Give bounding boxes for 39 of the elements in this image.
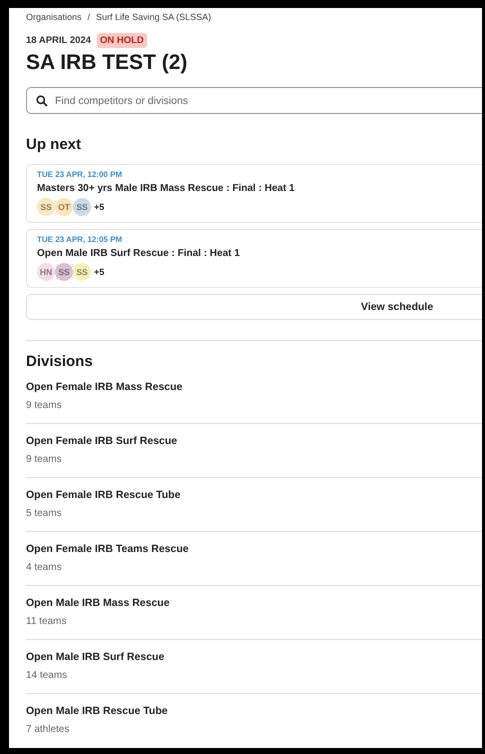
division-count: 9 teams xyxy=(26,454,63,465)
division-name[interactable]: Open Male IRB Mass Rescue xyxy=(26,597,482,609)
section-heading: Divisions xyxy=(26,353,94,370)
breadcrumb-separator: / xyxy=(88,12,90,22)
division-count: 4 teams xyxy=(26,562,63,573)
event-title: SA IRB TEST (2) xyxy=(26,51,188,75)
division-count: 7 athletes xyxy=(26,724,70,735)
avatar: OT xyxy=(55,198,73,216)
division-name[interactable]: Open Female IRB Mass Rescue xyxy=(26,381,482,393)
section-heading: Up next xyxy=(26,136,82,153)
division-count: 5 teams xyxy=(26,508,63,519)
division-name[interactable]: Open Male IRB Rescue Tube xyxy=(26,705,482,717)
division-name[interactable]: Open Female IRB Teams Rescue xyxy=(26,543,482,555)
event-name: Masters 30+ yrs Male IRB Mass Rescue : Final : Heat 1 xyxy=(37,183,296,194)
event-card[interactable]: TUE 23 APR, 12:00 PM Masters 30+ yrs Male IRB Mass Rescue : Final : Heat 1 SS OT SS +5 xyxy=(26,164,482,223)
event-date: 18 APRIL 2024 xyxy=(26,35,91,46)
event-card[interactable]: TUE 23 APR, 12:05 PM Open Male IRB Surf Rescue : Final : Heat 1 HN SS SS +5 xyxy=(26,229,482,288)
division-count: 11 teams xyxy=(26,616,68,627)
division-name[interactable]: Open Female IRB Rescue Tube xyxy=(26,489,482,501)
division-count: 9 teams xyxy=(26,400,63,411)
division-name[interactable]: Open Male IRB Surf Rescue xyxy=(26,651,482,663)
search-icon xyxy=(36,95,48,107)
breadcrumb-link[interactable]: Organisations xyxy=(26,12,82,22)
status-badge: ON HOLD xyxy=(96,33,147,48)
avatar: HN xyxy=(37,263,55,281)
more-count: +5 xyxy=(94,202,104,212)
division-name[interactable]: Open Female IRB Surf Rescue xyxy=(26,435,482,447)
search-field[interactable]: Find competitors or divisions xyxy=(26,87,482,114)
breadcrumb-link[interactable]: Surf Life Saving SA (SLSSA) xyxy=(96,12,212,22)
avatar: SS xyxy=(37,198,55,216)
event-time: TUE 23 APR, 12:05 PM xyxy=(37,235,124,244)
event-time: TUE 23 APR, 12:00 PM xyxy=(37,170,124,179)
avatar: SS xyxy=(55,263,73,281)
view-schedule-button[interactable]: View schedule xyxy=(26,294,482,320)
event-name: Open Male IRB Surf Rescue : Final : Heat 1 xyxy=(37,248,241,259)
avatar: SS xyxy=(73,263,91,281)
avatar: SS xyxy=(73,198,91,216)
division-count: 14 teams xyxy=(26,670,68,681)
more-count: +5 xyxy=(94,267,104,277)
